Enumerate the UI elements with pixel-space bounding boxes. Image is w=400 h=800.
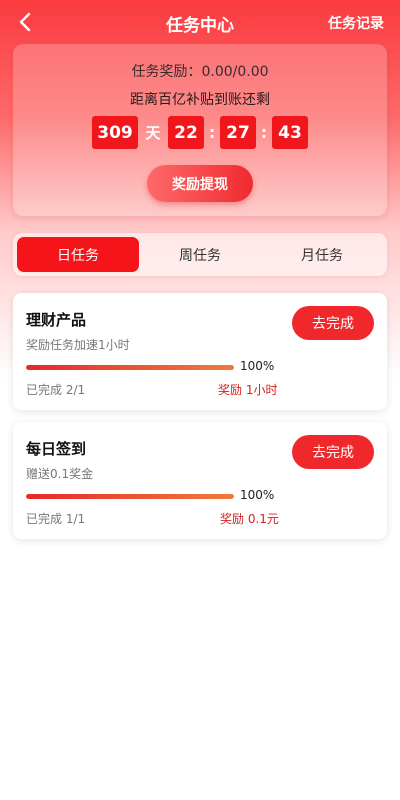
countdown-separator: : bbox=[260, 123, 268, 142]
countdown-days: 309 bbox=[92, 116, 138, 149]
countdown-hours: 22 bbox=[168, 116, 204, 149]
reward-card: 任务奖励：0.00/0.00 距离百亿补贴到账还剩 309 天 22 : 27 … bbox=[13, 44, 387, 216]
countdown-seconds: 43 bbox=[272, 116, 308, 149]
countdown-separator: : bbox=[208, 123, 216, 142]
tab-weekly[interactable]: 周任务 bbox=[139, 237, 261, 272]
task-progress-fill bbox=[26, 365, 234, 370]
task-card-finance: 理财产品 奖励任务加速1小时 去完成 100% 已完成 2/1 奖励 1小时 bbox=[13, 293, 387, 410]
withdraw-reward-button[interactable]: 奖励提现 bbox=[147, 165, 253, 202]
task-description: 赠送0.1奖金 bbox=[26, 467, 94, 481]
task-records-link[interactable]: 任务记录 bbox=[328, 13, 384, 33]
countdown-day-unit: 天 bbox=[145, 124, 161, 142]
go-complete-button[interactable]: 去完成 bbox=[292, 435, 374, 469]
task-progress-fill bbox=[26, 494, 234, 499]
task-reward: 奖励 0.1元 bbox=[220, 512, 279, 526]
task-reward-summary: 任务奖励：0.00/0.00 bbox=[131, 64, 269, 80]
go-complete-button[interactable]: 去完成 bbox=[292, 306, 374, 340]
task-card-daily-checkin: 每日签到 赠送0.1奖金 去完成 100% 已完成 1/1 奖励 0.1元 bbox=[13, 422, 387, 539]
task-progress-percent: 100% bbox=[240, 488, 275, 502]
task-reward: 奖励 1小时 bbox=[218, 383, 278, 397]
task-period-tabs: 日任务 周任务 月任务 bbox=[13, 233, 387, 276]
task-progress-bar bbox=[26, 365, 234, 370]
tab-daily[interactable]: 日任务 bbox=[17, 237, 139, 272]
top-bar: 任务中心 任务记录 bbox=[0, 0, 400, 44]
tab-monthly[interactable]: 月任务 bbox=[261, 237, 383, 272]
task-progress-bar bbox=[26, 494, 234, 499]
countdown-timer: 309 天 22 : 27 : 43 bbox=[13, 116, 387, 149]
task-name: 每日签到 bbox=[26, 440, 87, 458]
task-completed-count: 已完成 1/1 bbox=[26, 512, 86, 526]
task-description: 奖励任务加速1小时 bbox=[26, 338, 130, 352]
countdown-minutes: 27 bbox=[220, 116, 256, 149]
task-progress-percent: 100% bbox=[240, 359, 275, 373]
task-name: 理财产品 bbox=[26, 311, 87, 329]
task-completed-count: 已完成 2/1 bbox=[26, 383, 86, 397]
countdown-label: 距离百亿补贴到账还剩 bbox=[130, 92, 270, 108]
